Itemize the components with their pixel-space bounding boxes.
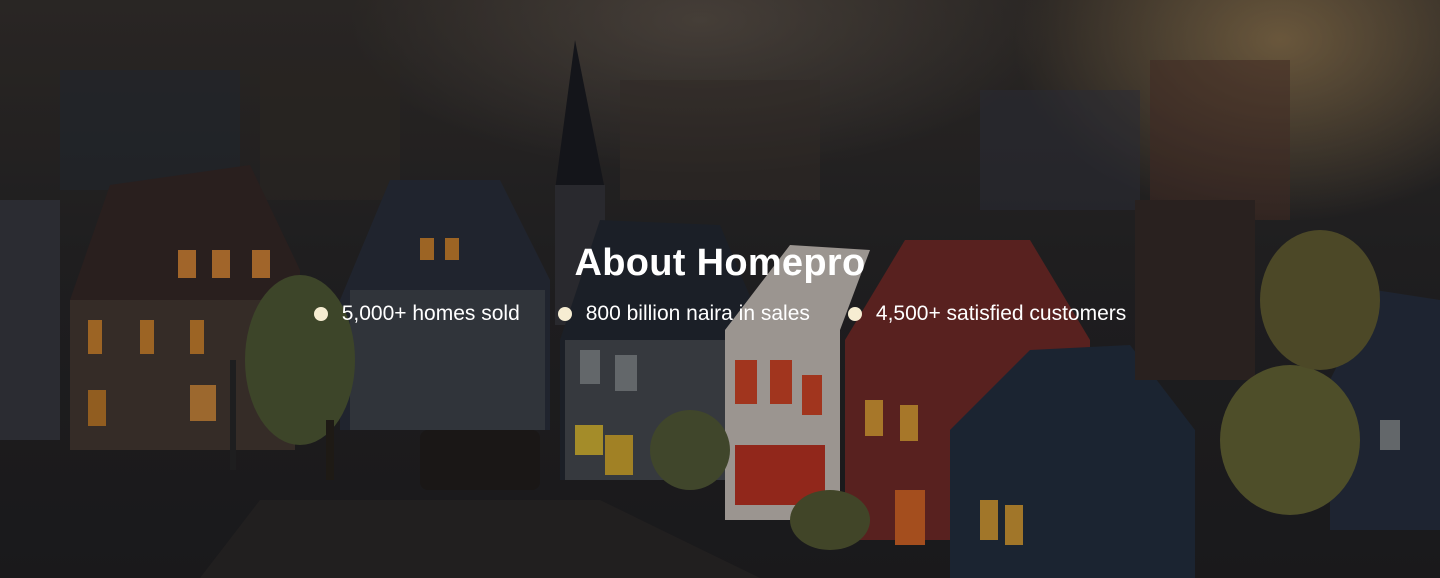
about-hero-banner: About Homepro 5,000+ homes sold 800 bill… (0, 0, 1440, 578)
stats-list: 5,000+ homes sold 800 billion naira in s… (0, 300, 1440, 328)
stat-label: 5,000+ homes sold (341, 302, 520, 325)
stat-label: 4,500+ satisfied customers (875, 302, 1127, 325)
stat-homes-sold: 5,000+ homes sold (313, 300, 520, 328)
about-content: About Homepro 5,000+ homes sold 800 bill… (0, 240, 1440, 328)
bullet-dot-icon (847, 307, 862, 321)
bullet-dot-icon (557, 307, 572, 321)
page-title: About Homepro (574, 242, 866, 284)
stat-label: 800 billion naira in sales (585, 302, 810, 325)
stat-satisfied-customers: 4,500+ satisfied customers (847, 300, 1127, 328)
bullet-dot-icon (313, 307, 328, 321)
stat-sales-volume: 800 billion naira in sales (557, 300, 810, 328)
